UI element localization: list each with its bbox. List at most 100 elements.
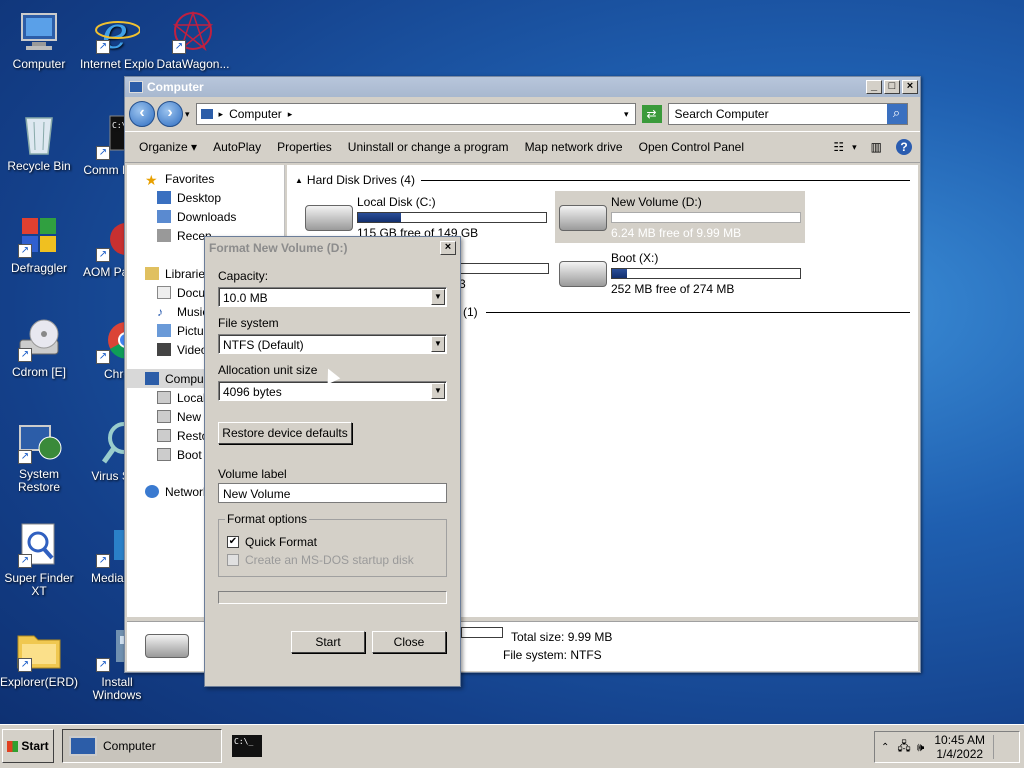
allocation-unit-select[interactable]: 4096 bytes ▼ [218,381,447,401]
maximize-button[interactable]: □ [884,80,900,94]
organize-button[interactable]: Organize ▾ [139,140,197,154]
back-arrow-icon[interactable]: ‹ [129,101,155,127]
desktop-icon-label: DataWagon... [156,57,230,71]
computer-icon [69,736,97,756]
close-button[interactable]: × [902,80,918,94]
shortcut-arrow-icon: ↗ [18,658,32,672]
chevron-down-icon[interactable]: ▾ [185,109,190,120]
desktop-icon-internet-explorer[interactable]: e ↗ Internet Explo [78,8,156,71]
collapse-icon[interactable]: ▲ [295,176,303,185]
refresh-icon[interactable]: ⇄ [641,105,662,123]
close-button[interactable]: × [440,241,456,255]
drive-usage-bar [459,263,549,274]
start-button[interactable]: Start [291,631,365,653]
shortcut-arrow-icon: ↗ [96,350,110,364]
cdrom-icon: ↗ [16,316,62,362]
internet-explorer-icon: e ↗ [94,8,141,59]
preview-pane-icon[interactable]: ▥ [871,140,882,154]
search-input[interactable]: Search Computer ⌕ [667,103,908,125]
chevron-down-icon[interactable]: ▼ [431,383,445,399]
format-dialog[interactable]: Format New Volume (D:) × Capacity: 10.0 … [204,236,461,687]
desktop-icon-recycle-bin[interactable]: Recycle Bin [0,110,78,173]
explorer-titlebar[interactable]: Computer _ □ × [125,77,920,97]
desktop-icon-defraggler[interactable]: ↗ Defraggler [0,212,78,275]
section-header-hard-disk-drives[interactable]: ▲ Hard Disk Drives (4) [295,173,910,187]
map-network-drive-button[interactable]: Map network drive [525,140,623,154]
shortcut-arrow-icon: ↗ [96,554,110,568]
chevron-down-icon[interactable]: ▼ [431,336,445,352]
quick-format-checkbox[interactable]: ✔ Quick Format [227,535,317,549]
folder-icon: ↗ [16,626,62,672]
minimize-button[interactable]: _ [866,80,882,94]
nav-downloads[interactable]: Downloads [145,207,284,226]
desktop-icon-super-finder[interactable]: ↗ Super Finder XT [0,522,78,598]
autoplay-button[interactable]: AutoPlay [213,140,261,154]
show-desktop-button[interactable] [993,735,1003,759]
volume-label-input[interactable]: New Volume [218,483,447,503]
format-options-group: Format options ✔ Quick Format Create an … [218,512,447,577]
open-control-panel-button[interactable]: Open Control Panel [639,140,744,154]
desktop-icon-system-restore[interactable]: ↗ System Restore [0,418,78,494]
file-system-select[interactable]: NTFS (Default) ▼ [218,334,447,354]
file-system-label: File system [218,316,279,330]
network-tray-icon[interactable]: 🖧 [897,737,910,758]
drive-item-d[interactable]: New Volume (D:) 6.24 MB free of 9.99 MB [555,191,805,243]
desktop-icon-cdrom[interactable]: ↗ Cdrom [E] [0,316,78,379]
format-progress-bar [218,591,447,604]
clock-date[interactable]: 1/4/2022 [934,747,985,761]
help-icon[interactable]: ? [896,139,912,155]
taskbar-item-command-prompt[interactable]: C:\_ [232,735,262,757]
documents-icon [157,286,171,299]
checkbox-disabled-icon [227,554,239,566]
taskbar-item-computer[interactable]: Computer [62,729,222,763]
drive-usage-bar [611,268,801,279]
volume-label-label: Volume label [218,467,287,481]
section-header-other[interactable]: (1) [463,305,910,319]
capacity-label: Capacity: [218,269,269,283]
nav-desktop[interactable]: Desktop [145,188,284,207]
capacity-select[interactable]: 10.0 MB ▼ [218,287,447,307]
drive-usage-bar [611,212,801,223]
hard-drive-icon [559,205,607,231]
music-icon: ♪ [157,305,163,319]
chevron-down-icon[interactable]: ▾ [624,109,629,120]
view-options-icon[interactable]: ☷ [833,140,844,154]
desktop-icon-computer[interactable]: Computer [0,8,78,71]
properties-button[interactable]: Properties [277,140,332,154]
start-button[interactable]: Start [2,729,54,763]
clock-time[interactable]: 10:45 AM [934,733,985,747]
pictures-icon [157,324,171,337]
chevron-down-icon[interactable]: ▼ [431,289,445,305]
uninstall-program-button[interactable]: Uninstall or change a program [348,140,509,154]
drive-icon [157,448,171,461]
desktop-icon-datawagon[interactable]: ↗ DataWagon... [154,8,232,71]
forward-arrow-icon[interactable]: › [157,101,183,127]
desktop-icon-label: Super Finder XT [4,571,74,598]
desktop-icon-label: Internet Explo [79,57,155,71]
close-dialog-button[interactable]: Close [372,631,446,653]
address-text: Computer [229,107,282,121]
search-icon[interactable]: ⌕ [886,104,907,124]
shortcut-arrow-icon: ↗ [96,40,110,54]
shortcut-arrow-icon: ↗ [18,348,32,362]
computer-icon [200,109,213,119]
restore-device-defaults-button[interactable]: Restore device defaults [218,422,352,444]
shortcut-arrow-icon: ↗ [18,244,32,258]
desktop-icon-explorer-erd[interactable]: ↗ Explorer(ERD) [0,626,78,689]
desktop-icon-label: Defraggler [10,261,68,275]
hard-drive-icon [145,634,189,658]
desktop-icon-label: Recycle Bin [7,159,71,173]
desktop-icon-label: Explorer(ERD) [0,675,79,689]
address-field[interactable]: ▸ Computer ▸ ▾ [195,103,636,125]
show-hidden-icons-icon[interactable]: ⌃ [881,742,889,753]
drive-item-partial[interactable]: 3 [459,247,549,299]
volume-icon[interactable]: 🕪 [917,740,925,755]
desktop-icon-label: Computer [12,57,66,71]
recent-places-icon [157,229,171,242]
drive-item-x[interactable]: Boot (X:) 252 MB free of 274 MB [555,247,805,299]
dialog-titlebar[interactable]: Format New Volume (D:) × [205,237,460,259]
desktop-icon-label: System Restore [17,467,61,494]
chevron-down-icon[interactable]: ▾ [852,142,857,153]
nav-favorites[interactable]: ★ Favorites [145,169,284,189]
dialog-title: Format New Volume (D:) [209,241,348,255]
